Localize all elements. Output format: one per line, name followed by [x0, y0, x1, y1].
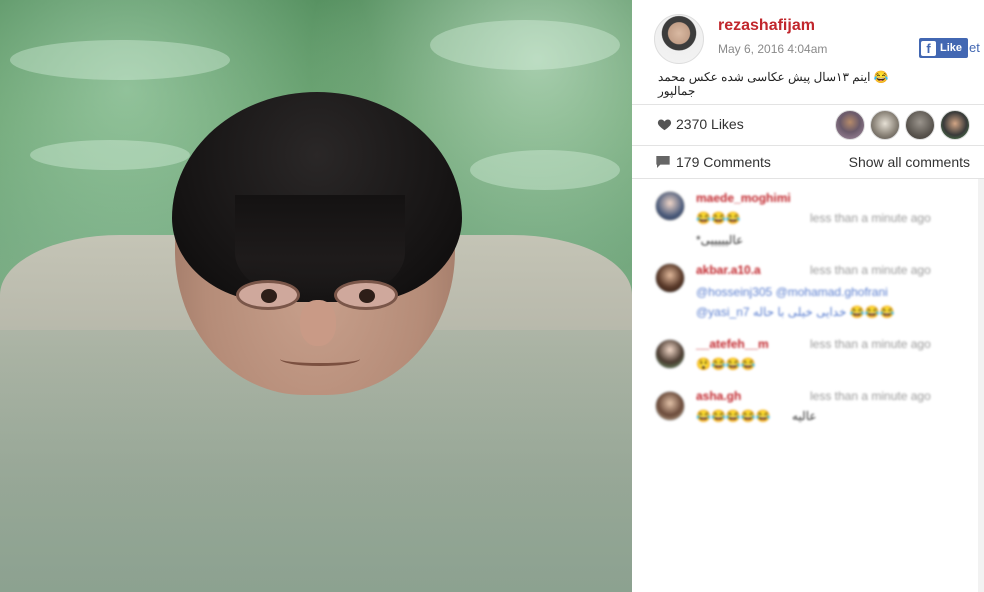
comments-list[interactable]: maede_moghimi 😂😂😂 less than a minute ago…	[632, 179, 984, 592]
post-info-panel: rezashafijam May 6, 2016 4:04am f Like e…	[632, 0, 984, 592]
comment-item: akbar.a10.a less than a minute ago @hoss…	[632, 263, 972, 327]
show-all-comments-link[interactable]: Show all comments	[849, 154, 970, 170]
divider	[632, 104, 984, 105]
comment-emoji-line: 😲😂😂😂	[696, 357, 756, 371]
liker-avatar[interactable]	[870, 110, 900, 140]
commenter-username[interactable]: __atefeh__m	[696, 337, 769, 351]
post-caption: 😂 اینم ۱۳سال پیش عکاسی شده عکس محمد جمال…	[658, 70, 889, 98]
divider	[632, 145, 984, 146]
comment-emoji-line: 😂😂😂😂😂	[696, 409, 771, 423]
commenter-username[interactable]: asha.gh	[696, 389, 741, 403]
commenter-avatar[interactable]	[655, 391, 685, 421]
commenter-avatar[interactable]	[655, 339, 685, 369]
facebook-like-label: Like	[940, 42, 963, 54]
nose	[300, 300, 336, 346]
comments-count[interactable]: 179 Comments	[655, 154, 771, 170]
comment-item: asha.gh less than a minute ago 😂😂😂😂😂 عال…	[632, 389, 972, 435]
comment-mentions[interactable]: @hosseinj305 @mohamad.ghofrani	[696, 285, 888, 299]
right-eye	[334, 280, 398, 310]
post-photo[interactable]	[0, 0, 632, 592]
comment-text: عالیه	[792, 409, 817, 423]
comments-text: 179 Comments	[676, 154, 771, 170]
author-username[interactable]: rezashafijam	[718, 17, 815, 35]
heart-icon	[657, 119, 672, 130]
author-avatar[interactable]	[654, 14, 704, 64]
comment-item: __atefeh__m less than a minute ago 😲😂😂😂	[632, 337, 972, 381]
mouth	[280, 352, 360, 366]
comment-time: less than a minute ago	[810, 263, 931, 277]
comment-emoji-line: 😂😂😂	[696, 211, 741, 225]
commenter-username[interactable]: akbar.a10.a	[696, 263, 761, 277]
comment-time: less than a minute ago	[810, 389, 931, 403]
comment-time: less than a minute ago	[810, 337, 931, 351]
commenter-avatar[interactable]	[655, 263, 685, 293]
comment-item: maede_moghimi 😂😂😂 less than a minute ago…	[632, 189, 972, 249]
facebook-f-icon: f	[921, 40, 936, 56]
facebook-truncated-text: et	[969, 40, 980, 55]
comment-text: @yasi_n7 خدایی خیلی با حاله 😂😂😂	[696, 305, 895, 319]
liker-avatar[interactable]	[905, 110, 935, 140]
comments-scrollbar[interactable]	[978, 179, 984, 592]
left-eye	[236, 280, 300, 310]
likes-text: 2370 Likes	[676, 116, 744, 132]
commenter-avatar[interactable]	[655, 191, 685, 221]
liker-avatar[interactable]	[835, 110, 865, 140]
comment-icon	[656, 156, 670, 168]
liker-avatars	[835, 110, 970, 140]
comment-time: less than a minute ago	[810, 211, 931, 225]
commenter-username[interactable]: maede_moghimi	[696, 191, 791, 205]
comment-text: *عالیییییی	[696, 233, 744, 247]
likes-count[interactable]: 2370 Likes	[657, 116, 744, 132]
liker-avatar[interactable]	[940, 110, 970, 140]
facebook-like-button[interactable]: f Like	[919, 38, 968, 58]
post-date: May 6, 2016 4:04am	[718, 42, 828, 56]
